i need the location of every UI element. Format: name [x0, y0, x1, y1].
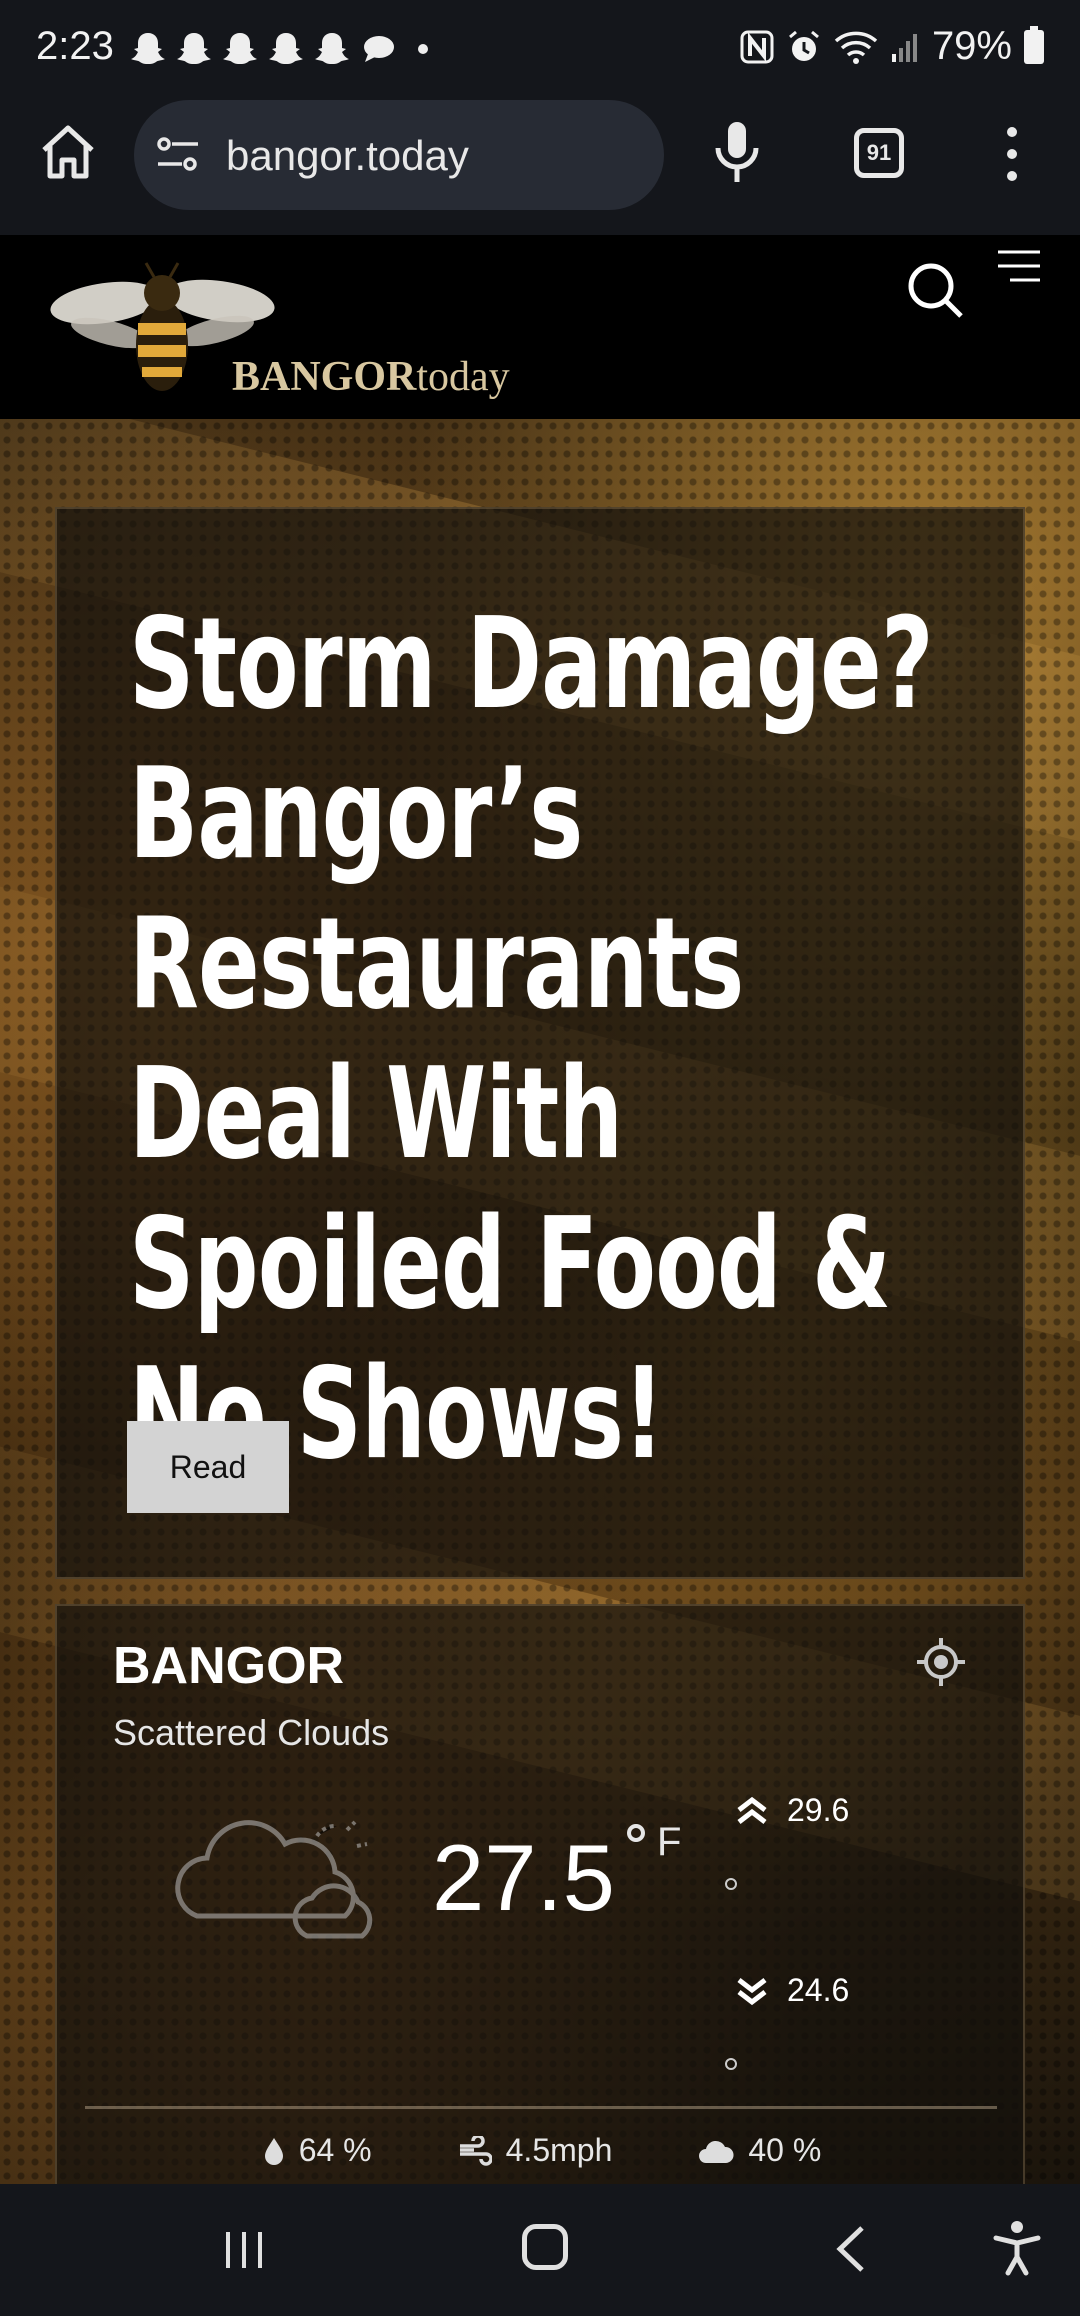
status-bar: 2:23 79% — [0, 0, 1080, 96]
browser-toolbar: bangor.today 91 — [0, 96, 1080, 331]
logo-text: BANGORtoday — [232, 354, 510, 400]
wind-icon — [459, 2135, 492, 2166]
humidity-stat: 64 % — [263, 2132, 372, 2169]
weather-city: BANGOR — [113, 1637, 345, 1695]
weather-dot — [725, 2058, 737, 2070]
recents-icon[interactable] — [222, 2228, 266, 2272]
signal-icon — [891, 33, 917, 62]
nfc-icon — [740, 30, 774, 63]
low-arrow-icon — [737, 1977, 767, 2005]
weather-temperature: 27.5 — [432, 1825, 615, 1930]
weather-stats: 64 % 4.5mph 40 % — [57, 2132, 1027, 2169]
snapchat-icon — [131, 33, 165, 64]
site-header: BANGORtoday — [0, 235, 1080, 419]
battery-icon — [1024, 25, 1044, 64]
humidity-value: 64 % — [298, 2132, 372, 2168]
site-logo[interactable]: BANGORtoday — [50, 253, 550, 403]
degree-symbol — [627, 1824, 645, 1842]
snapchat-icon — [269, 33, 303, 64]
weather-high-value: 29.6 — [787, 1792, 850, 1828]
accessibility-icon[interactable] — [992, 2220, 1042, 2276]
alarm-icon — [788, 30, 819, 61]
hero-section: Storm Damage? Bangor’s Restaurants Deal … — [0, 419, 1080, 2184]
chat-icon — [364, 36, 394, 62]
humidity-icon — [264, 2137, 283, 2165]
weather-description: Scattered Clouds — [113, 1712, 390, 1753]
notification-icons — [130, 30, 428, 68]
story-headline[interactable]: Storm Damage? Bangor’s Restaurants Deal … — [129, 589, 993, 1489]
tabs-icon[interactable]: 91 — [854, 128, 904, 178]
weather-widget: BANGOR Scattered Clouds 27.5 F 29.6 24.6… — [55, 1604, 1025, 2184]
dot-icon — [418, 44, 428, 54]
cloud-stat: 40 % — [698, 2132, 821, 2169]
cloud-icon — [175, 1820, 373, 1939]
read-button[interactable]: Read — [127, 1421, 289, 1513]
snapchat-icon — [223, 33, 257, 64]
wind-value: 4.5mph — [505, 2132, 613, 2168]
wind-stat: 4.5mph — [458, 2132, 613, 2169]
search-icon[interactable] — [905, 260, 965, 320]
mic-icon[interactable] — [712, 120, 762, 184]
locate-icon[interactable] — [915, 1636, 967, 1688]
weather-low-value: 24.6 — [787, 1972, 850, 2008]
featured-story-card: Storm Damage? Bangor’s Restaurants Deal … — [55, 507, 1025, 1579]
site-settings-icon[interactable] — [156, 134, 200, 174]
high-arrow-icon — [737, 1796, 767, 1824]
home-button-icon[interactable] — [522, 2224, 568, 2270]
cloud-small-icon — [699, 2140, 734, 2163]
snapchat-icon — [315, 33, 349, 64]
more-icon[interactable] — [1000, 124, 1024, 184]
weather-unit: F — [657, 1820, 682, 1864]
status-time: 2:23 — [36, 24, 114, 68]
address-bar[interactable]: bangor.today — [134, 100, 664, 210]
battery-percent: 79% — [931, 24, 1012, 68]
home-icon[interactable] — [38, 122, 98, 182]
back-icon[interactable] — [832, 2224, 868, 2274]
cloud-value: 40 % — [748, 2132, 822, 2168]
weather-dot — [725, 1878, 737, 1890]
weather-low: 24.6 — [735, 1972, 849, 2009]
wifi-icon — [834, 31, 878, 64]
url-text[interactable]: bangor.today — [226, 132, 469, 180]
weather-high: 29.6 — [735, 1792, 849, 1829]
status-right: 79% — [740, 24, 1044, 69]
menu-icon[interactable] — [996, 249, 1042, 283]
snapchat-icon — [177, 33, 211, 64]
weather-divider — [85, 2106, 997, 2109]
system-nav-bar — [0, 2184, 1080, 2316]
